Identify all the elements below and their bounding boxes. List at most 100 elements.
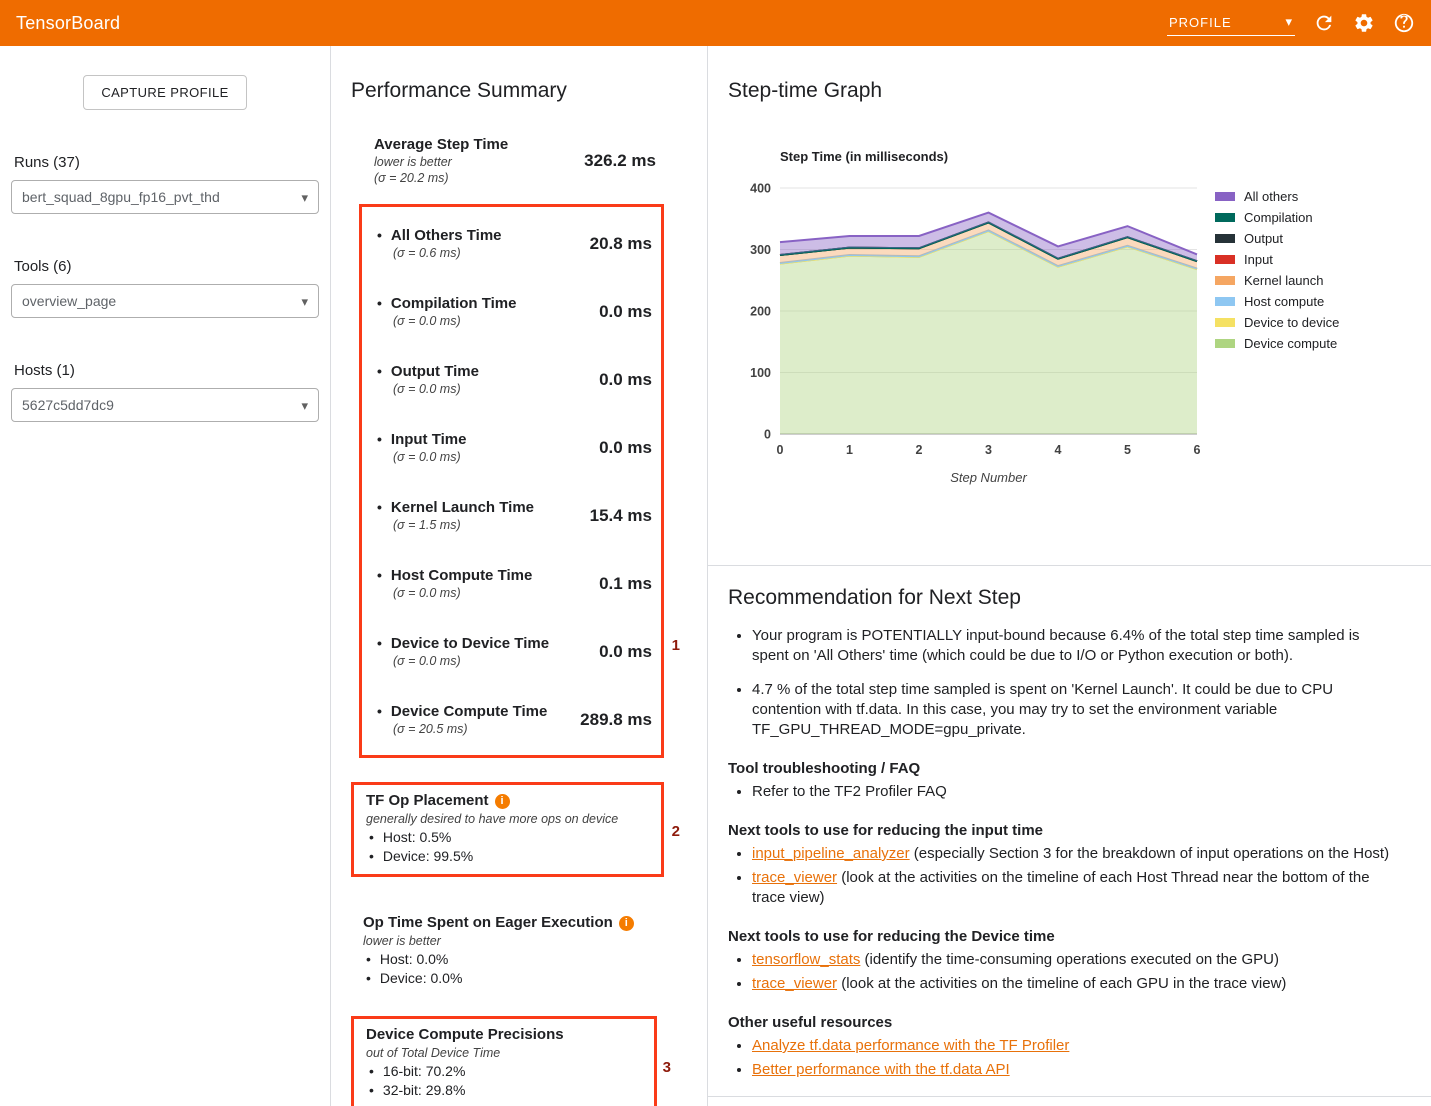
svg-text:300: 300 <box>750 243 771 257</box>
legend-swatch <box>1215 318 1235 327</box>
chart-legend: All others Compilation Output Input Kernel l… <box>1215 186 1339 464</box>
metric-sigma: (σ = 20.2 ms) <box>374 170 508 186</box>
metric-row: Compilation Time (σ = 0.0 ms) 0.0 ms <box>377 277 652 345</box>
metric-sigma: (σ = 0.0 ms) <box>393 585 532 601</box>
legend-swatch <box>1215 213 1235 222</box>
legend-item: Kernel launch <box>1215 270 1339 291</box>
input-pipeline-analyzer-link[interactable]: input_pipeline_analyzer <box>752 845 910 862</box>
metric-value: 326.2 ms <box>584 151 656 171</box>
eager-title: Op Time Spent on Eager Execution <box>363 913 707 933</box>
runs-select[interactable]: bert_squad_8gpu_fp16_pvt_thd <box>11 180 319 214</box>
annotation-number-3: 3 <box>663 1059 671 1076</box>
tools-select[interactable]: overview_page <box>11 284 319 318</box>
chevron-down-icon <box>301 293 308 310</box>
legend-swatch <box>1215 192 1235 201</box>
hosts-select[interactable]: 5627c5dd7dc9 <box>11 388 319 422</box>
chevron-down-icon <box>301 189 308 206</box>
input-tools-heading: Next tools to use for reducing the input… <box>728 822 1403 839</box>
metric-label: Kernel Launch Time <box>377 498 534 517</box>
chart-title: Step Time (in milliseconds) <box>780 149 1431 164</box>
metric-label: Output Time <box>377 362 479 381</box>
tfdata-profiler-link[interactable]: Analyze tf.data performance with the TF … <box>752 1037 1069 1054</box>
header-actions: PROFILE <box>1167 10 1415 36</box>
recommendation-section: Recommendation for Next Step Your progra… <box>708 566 1431 1080</box>
tools-select-value: overview_page <box>22 293 116 309</box>
recommendation-title: Recommendation for Next Step <box>728 584 1403 612</box>
eager-execution-block: Op Time Spent on Eager Execution lower i… <box>351 913 707 988</box>
right-panel: Step-time Graph Step Time (in millisecon… <box>708 46 1431 1106</box>
info-icon[interactable] <box>619 916 634 931</box>
precisions-note: out of Total Device Time <box>366 1045 644 1062</box>
metric-value: 0.0 ms <box>599 642 652 662</box>
tf-op-placement-note: generally desired to have more ops on de… <box>366 811 651 828</box>
device-tools-list: tensorflow_stats (identify the time-cons… <box>728 950 1403 994</box>
tf-op-placement-title: TF Op Placement <box>366 791 651 811</box>
step-time-graph-title: Step-time Graph <box>728 77 1431 105</box>
metric-sigma: (σ = 0.0 ms) <box>393 313 516 329</box>
recommendation-bullet: 4.7 % of the total step time sampled is … <box>752 680 1400 740</box>
chart-x-axis-label: Step Number <box>780 470 1197 485</box>
eager-title-text: Op Time Spent on Eager Execution <box>363 914 613 931</box>
dashboard-select[interactable]: PROFILE <box>1167 10 1295 36</box>
metric-label: Input Time <box>377 430 466 449</box>
metric-sigma: (σ = 0.0 ms) <box>393 653 549 669</box>
svg-text:4: 4 <box>1055 443 1062 457</box>
metric-label: All Others Time <box>377 226 502 245</box>
legend-item: Output <box>1215 228 1339 249</box>
help-button[interactable] <box>1393 12 1415 34</box>
metric-row: Output Time (σ = 0.0 ms) 0.0 ms <box>377 345 652 413</box>
legend-swatch <box>1215 276 1235 285</box>
metric-value: 0.0 ms <box>599 438 652 458</box>
legend-item: Input <box>1215 249 1339 270</box>
tool-item: tensorflow_stats (identify the time-cons… <box>752 950 1403 970</box>
tfdata-api-link[interactable]: Better performance with the tf.data API <box>752 1061 1010 1078</box>
app-title: TensorBoard <box>16 13 120 34</box>
refresh-button[interactable] <box>1313 12 1335 34</box>
annotation-number-2: 2 <box>672 823 680 840</box>
metric-row: Host Compute Time (σ = 0.0 ms) 0.1 ms <box>377 549 652 617</box>
svg-text:200: 200 <box>750 305 771 319</box>
dashboard-select-value: PROFILE <box>1169 15 1232 30</box>
svg-text:0: 0 <box>777 443 784 457</box>
tf-op-placement-title-text: TF Op Placement <box>366 792 489 809</box>
metric-row: Device to Device Time (σ = 0.0 ms) 0.0 m… <box>377 617 652 685</box>
legend-label: All others <box>1244 189 1298 204</box>
sidebar: CAPTURE PROFILE Runs (37) bert_squad_8gp… <box>0 46 331 1106</box>
tool-item-text: (look at the activities on the timeline … <box>837 975 1286 992</box>
legend-item: All others <box>1215 186 1339 207</box>
input-tools-list: input_pipeline_analyzer (especially Sect… <box>728 844 1403 908</box>
performance-summary-title: Performance Summary <box>351 77 707 105</box>
faq-heading: Tool troubleshooting / FAQ <box>728 760 1403 777</box>
metric-sigma: (σ = 0.6 ms) <box>393 245 502 261</box>
metric-value: 0.0 ms <box>599 370 652 390</box>
metric-value: 20.8 ms <box>590 234 652 254</box>
metric-label: Host Compute Time <box>377 566 532 585</box>
tensorboard-app: TensorBoard PROFILE CAPTURE PROFILE Runs… <box>0 0 1431 1106</box>
trace-viewer-link[interactable]: trace_viewer <box>752 869 837 886</box>
chevron-down-icon <box>1285 14 1293 30</box>
legend-label: Input <box>1244 252 1273 267</box>
eager-note: lower is better <box>363 933 707 950</box>
performance-summary-panel: Performance Summary Average Step Time lo… <box>331 46 708 1106</box>
gear-icon <box>1353 12 1375 34</box>
tensorflow-stats-link[interactable]: tensorflow_stats <box>752 951 860 968</box>
legend-swatch <box>1215 234 1235 243</box>
precisions-16bit: 16-bit: 70.2% <box>366 1062 644 1081</box>
legend-item: Compilation <box>1215 207 1339 228</box>
legend-item: Device compute <box>1215 333 1339 354</box>
tool-item: trace_viewer (look at the activities on … <box>752 974 1403 994</box>
legend-label: Device to device <box>1244 315 1339 330</box>
hosts-select-value: 5627c5dd7dc9 <box>22 397 114 413</box>
svg-text:400: 400 <box>750 182 771 196</box>
help-icon <box>1393 12 1415 34</box>
metric-label: Compilation Time <box>377 294 516 313</box>
metric-row: Input Time (σ = 0.0 ms) 0.0 ms <box>377 413 652 481</box>
annotation-box-1: 1 All Others Time (σ = 0.6 ms) 20.8 ms C… <box>359 204 664 758</box>
trace-viewer-link[interactable]: trace_viewer <box>752 975 837 992</box>
legend-label: Compilation <box>1244 210 1313 225</box>
metric-label: Device Compute Time <box>377 702 547 721</box>
info-icon[interactable] <box>495 794 510 809</box>
settings-button[interactable] <box>1353 12 1375 34</box>
capture-profile-button[interactable]: CAPTURE PROFILE <box>83 75 246 110</box>
tf-op-placement-host: Host: 0.5% <box>366 828 651 847</box>
